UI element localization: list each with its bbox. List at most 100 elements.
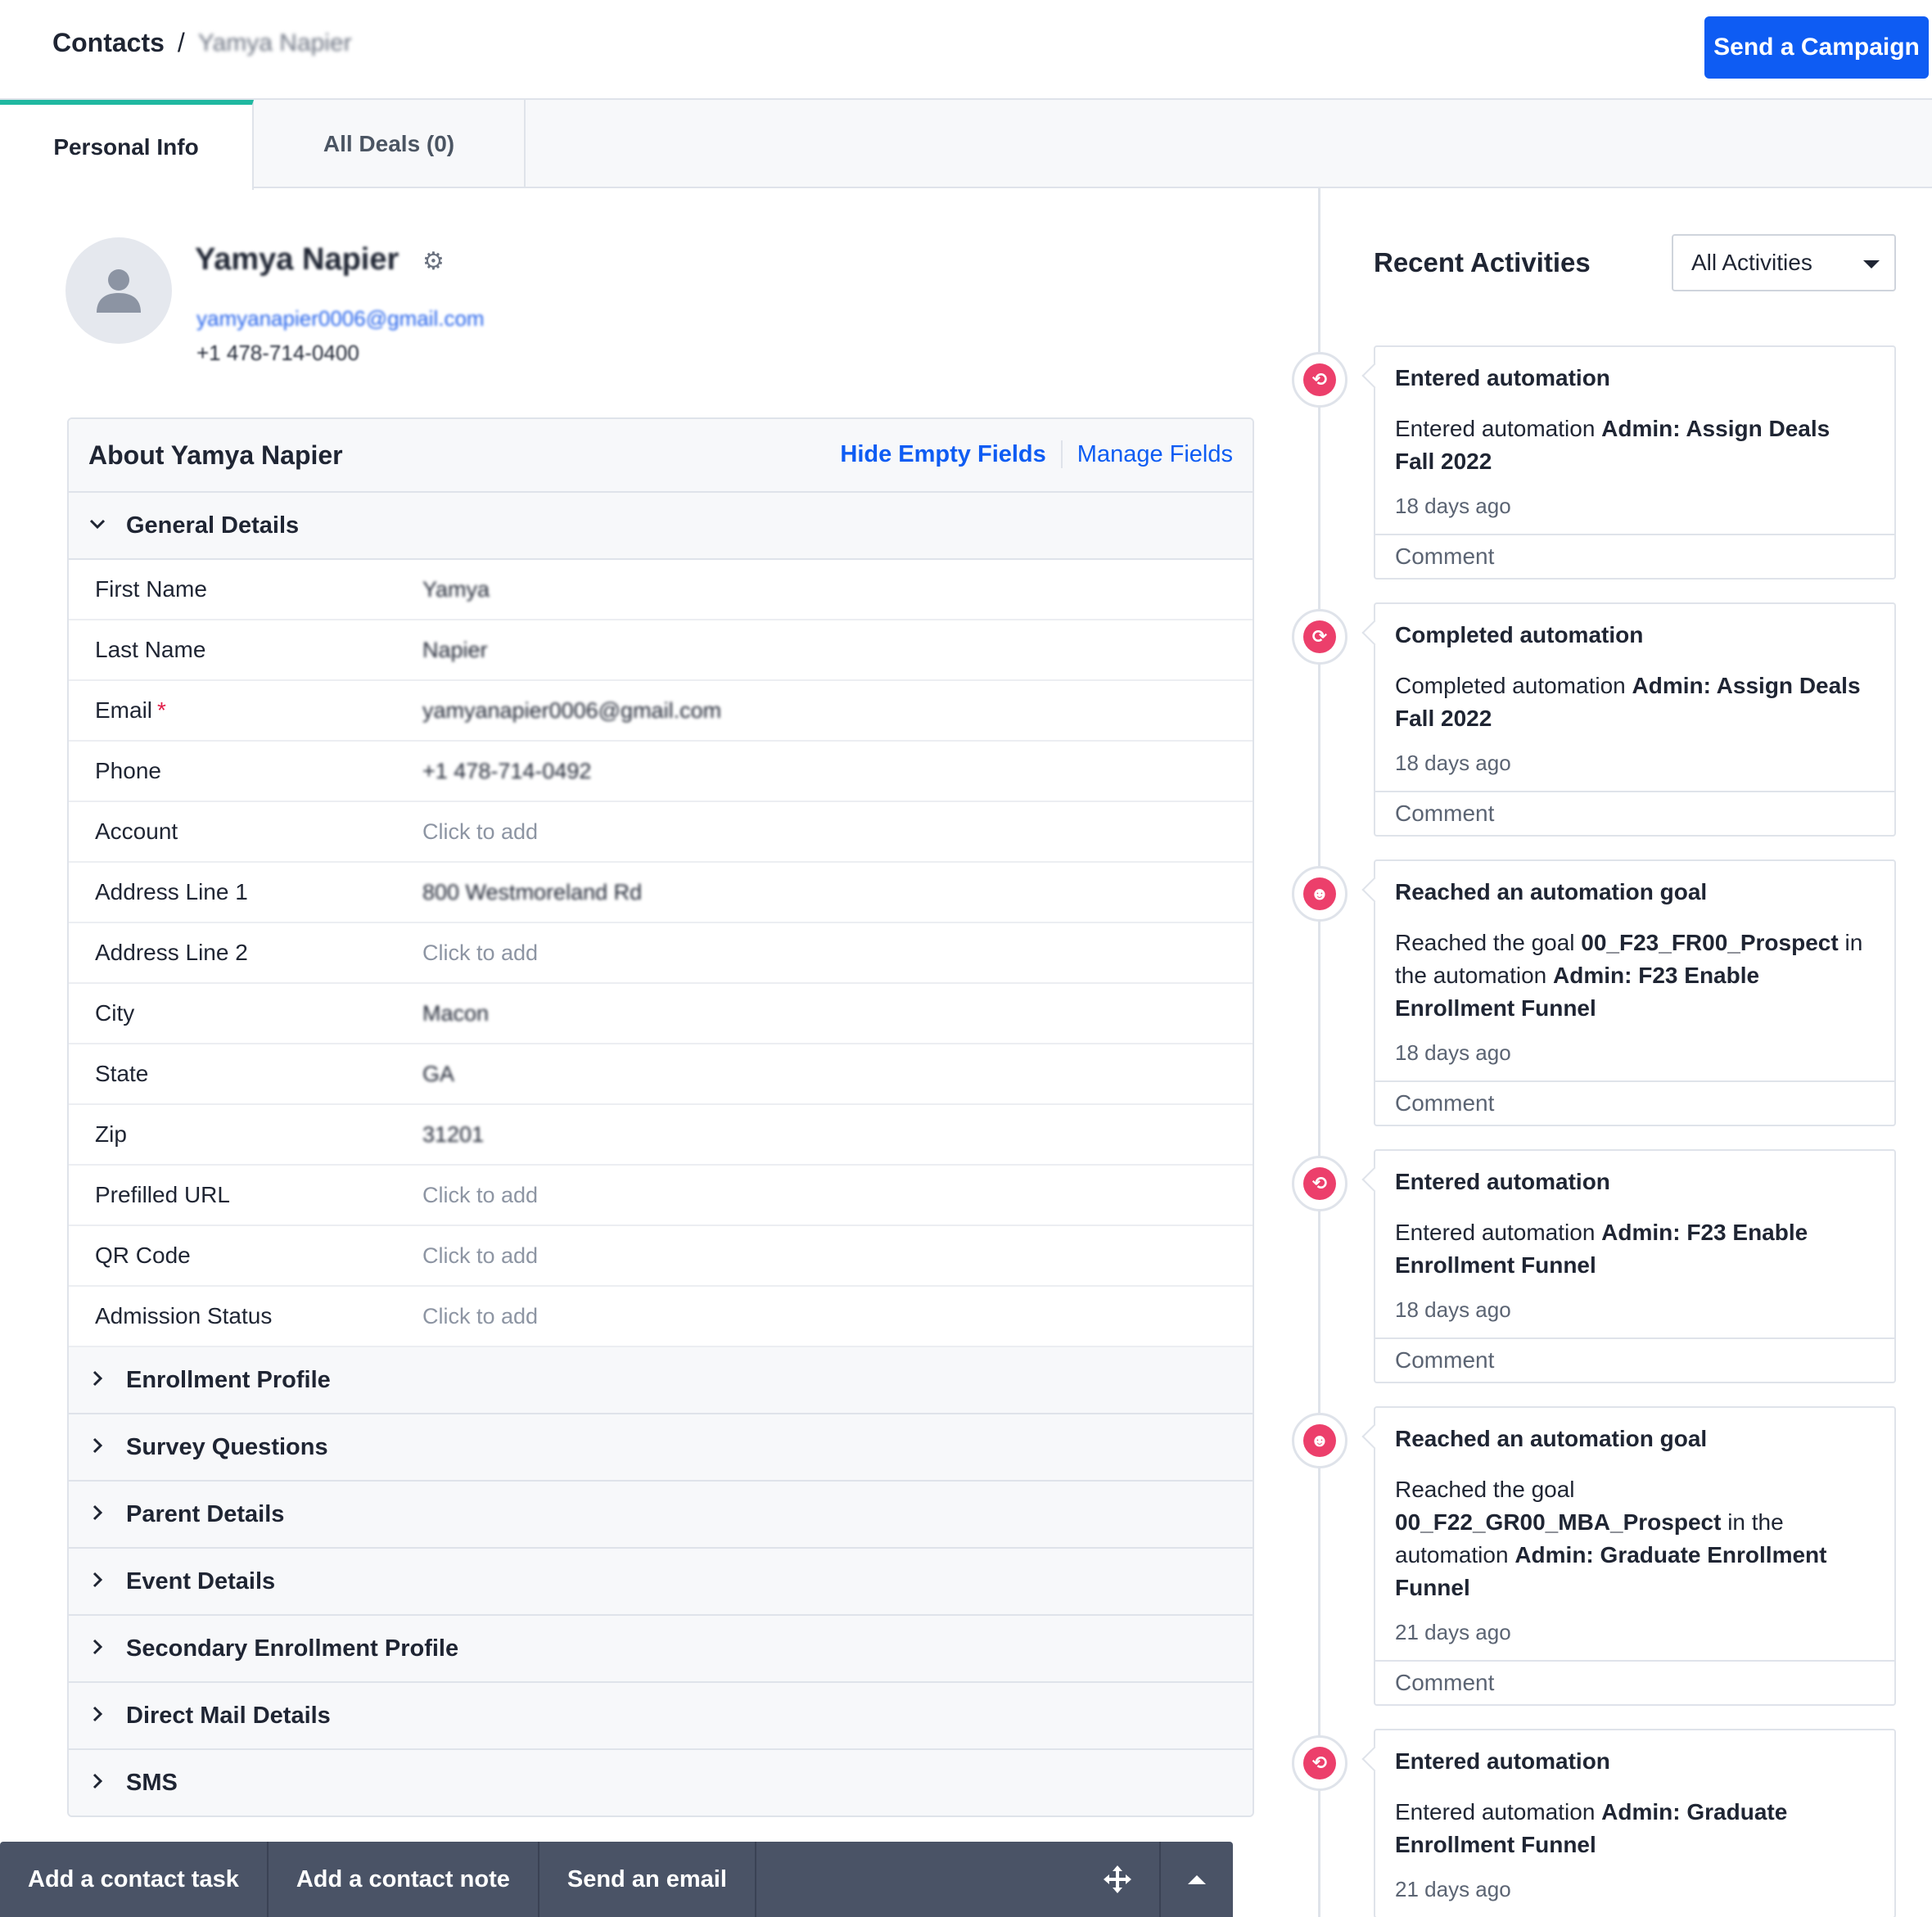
field-row: Zip 31201: [69, 1105, 1253, 1166]
activity-body: Reached an automation goal Reached the go…: [1375, 1408, 1894, 1660]
activity-body: Reached an automation goal Reached the go…: [1375, 861, 1894, 1080]
chevron-right-icon: [88, 1636, 116, 1662]
activity-title: Reached an automation goal: [1395, 1426, 1708, 1451]
activity-comment-button[interactable]: Comment: [1375, 1660, 1894, 1704]
timeline-line: [1318, 188, 1320, 1917]
field-row: City Macon: [69, 984, 1253, 1044]
activity-card: Reached an automation goal Reached the go…: [1374, 1406, 1896, 1706]
contact-email-link[interactable]: yamyanapier0006@gmail.com: [196, 306, 485, 332]
field-value[interactable]: Macon: [422, 1001, 489, 1026]
send-campaign-button[interactable]: Send a Campaign: [1704, 16, 1929, 79]
field-label-text: Address Line 2: [95, 940, 248, 965]
contact-phone: +1 478-714-0400: [196, 341, 359, 365]
field-value[interactable]: Click to add: [422, 1183, 538, 1208]
section-toggle[interactable]: SMS: [69, 1750, 1253, 1816]
field-row: First Name Yamya: [69, 560, 1253, 620]
add-contact-task-button[interactable]: Add a contact task: [0, 1842, 269, 1917]
recent-activities-title: Recent Activities: [1374, 247, 1591, 277]
send-email-button[interactable]: Send an email: [539, 1842, 756, 1917]
chevron-right-icon: [88, 1703, 116, 1729]
field-row: Prefilled URL Click to add: [69, 1166, 1253, 1226]
gear-icon[interactable]: ⚙: [422, 247, 445, 276]
about-title: About Yamya Napier: [88, 440, 343, 470]
activity-description: Entered automation Admin: Graduate Enrol…: [1395, 1796, 1875, 1861]
field-row: Last Name Napier: [69, 620, 1253, 681]
field-value[interactable]: Napier: [422, 638, 488, 663]
bar-spacer: [756, 1842, 1076, 1917]
add-contact-note-button[interactable]: Add a contact note: [269, 1842, 539, 1917]
field-label-text: Account: [95, 819, 178, 844]
activity-desc-text: Reached the goal: [1395, 930, 1582, 955]
activity-comment-button[interactable]: Comment: [1375, 791, 1894, 835]
section-toggle[interactable]: Event Details: [69, 1549, 1253, 1616]
activity-comment-button[interactable]: Comment: [1375, 534, 1894, 578]
field-row: Admission Status Click to add: [69, 1287, 1253, 1347]
activity-card: Entered automation Entered automation Adm…: [1374, 345, 1896, 580]
caret-up-icon[interactable]: [1161, 1842, 1233, 1917]
section-toggle[interactable]: Secondary Enrollment Profile: [69, 1616, 1253, 1683]
activity-desc-emphasis: 00_F23_FR00_Prospect: [1581, 930, 1839, 955]
automation-enter-icon: ⟲: [1303, 1167, 1336, 1200]
breadcrumb-contacts-link[interactable]: Contacts: [52, 28, 165, 58]
field-value[interactable]: Click to add: [422, 1304, 538, 1329]
section-toggle[interactable]: Survey Questions: [69, 1414, 1253, 1482]
hide-empty-fields-link[interactable]: Hide Empty Fields: [840, 441, 1045, 468]
activity-desc-emphasis: 00_F22_GR00_MBA_Prospect: [1395, 1509, 1722, 1535]
quick-action-bar: Add a contact task Add a contact note Se…: [0, 1842, 1233, 1917]
activity-title: Reached an automation goal: [1395, 879, 1708, 904]
field-row: QR Code Click to add: [69, 1226, 1253, 1287]
field-value[interactable]: +1 478-714-0492: [422, 759, 591, 784]
field-label: Last Name: [95, 637, 205, 663]
goal-robot-icon: ☻: [1303, 1424, 1336, 1457]
manage-fields-link[interactable]: Manage Fields: [1077, 441, 1233, 468]
breadcrumb-separator: /: [177, 28, 185, 57]
timeline-marker: ⟲: [1292, 352, 1347, 408]
section-label: General Details: [126, 512, 300, 539]
field-label: Account: [95, 819, 178, 845]
section-label: Parent Details: [126, 1500, 285, 1527]
section-label: Survey Questions: [126, 1433, 328, 1460]
move-icon[interactable]: [1076, 1842, 1161, 1917]
field-value[interactable]: GA: [422, 1062, 454, 1087]
field-label-text: Email: [95, 697, 153, 723]
activity-timestamp: 18 days ago: [1395, 751, 1511, 775]
field-label: Zip: [95, 1121, 127, 1148]
field-value[interactable]: 31201: [422, 1122, 484, 1148]
activity-timestamp: 18 days ago: [1395, 1297, 1511, 1322]
field-label-text: Address Line 1: [95, 879, 248, 904]
activity-description: Reached the goal 00_F22_GR00_MBA_Prospec…: [1395, 1473, 1875, 1604]
activity-desc-text: Reached the goal: [1395, 1477, 1575, 1502]
field-label: Address Line 2: [95, 940, 248, 966]
activity-body: Entered automation Entered automation Adm…: [1375, 347, 1894, 534]
field-label-text: Zip: [95, 1121, 127, 1147]
activity-comment-button[interactable]: Comment: [1375, 1337, 1894, 1382]
tab-all-deals[interactable]: All Deals (0): [254, 100, 526, 188]
section-toggle[interactable]: Parent Details: [69, 1482, 1253, 1549]
field-value[interactable]: yamyanapier0006@gmail.com: [422, 698, 721, 724]
section-toggle[interactable]: Enrollment Profile: [69, 1347, 1253, 1414]
section-general-details[interactable]: General Details: [69, 493, 1253, 560]
activity-filter-value: All Activities: [1691, 250, 1812, 275]
section-toggle[interactable]: Direct Mail Details: [69, 1683, 1253, 1750]
activity-card: Entered automation Entered automation Adm…: [1374, 1729, 1896, 1917]
field-label-text: QR Code: [95, 1243, 191, 1268]
automation-complete-icon: ⟳: [1303, 620, 1336, 653]
field-value[interactable]: Yamya: [422, 577, 490, 602]
tab-personal-info[interactable]: Personal Info: [0, 100, 254, 190]
activity-desc-text: Entered automation: [1395, 1799, 1602, 1825]
timeline-marker: ⟳: [1292, 609, 1347, 665]
activity-comment-button[interactable]: Comment: [1375, 1080, 1894, 1125]
field-value[interactable]: Click to add: [422, 940, 538, 966]
field-value[interactable]: Click to add: [422, 819, 538, 845]
chevron-right-icon: [88, 1770, 116, 1796]
field-label-text: Last Name: [95, 637, 206, 662]
avatar: [65, 237, 172, 344]
contact-name: Yamya Napier: [195, 242, 399, 277]
field-value[interactable]: Click to add: [422, 1243, 538, 1269]
person-icon: [97, 269, 141, 313]
field-value[interactable]: 800 Westmoreland Rd: [422, 880, 642, 905]
about-card-header: About Yamya Napier Hide Empty Fields Man…: [69, 419, 1253, 493]
activity-filter-select[interactable]: All Activities: [1672, 234, 1896, 291]
activity-desc-text: Entered automation: [1395, 1220, 1602, 1245]
field-row: Email * yamyanapier0006@gmail.com: [69, 681, 1253, 742]
